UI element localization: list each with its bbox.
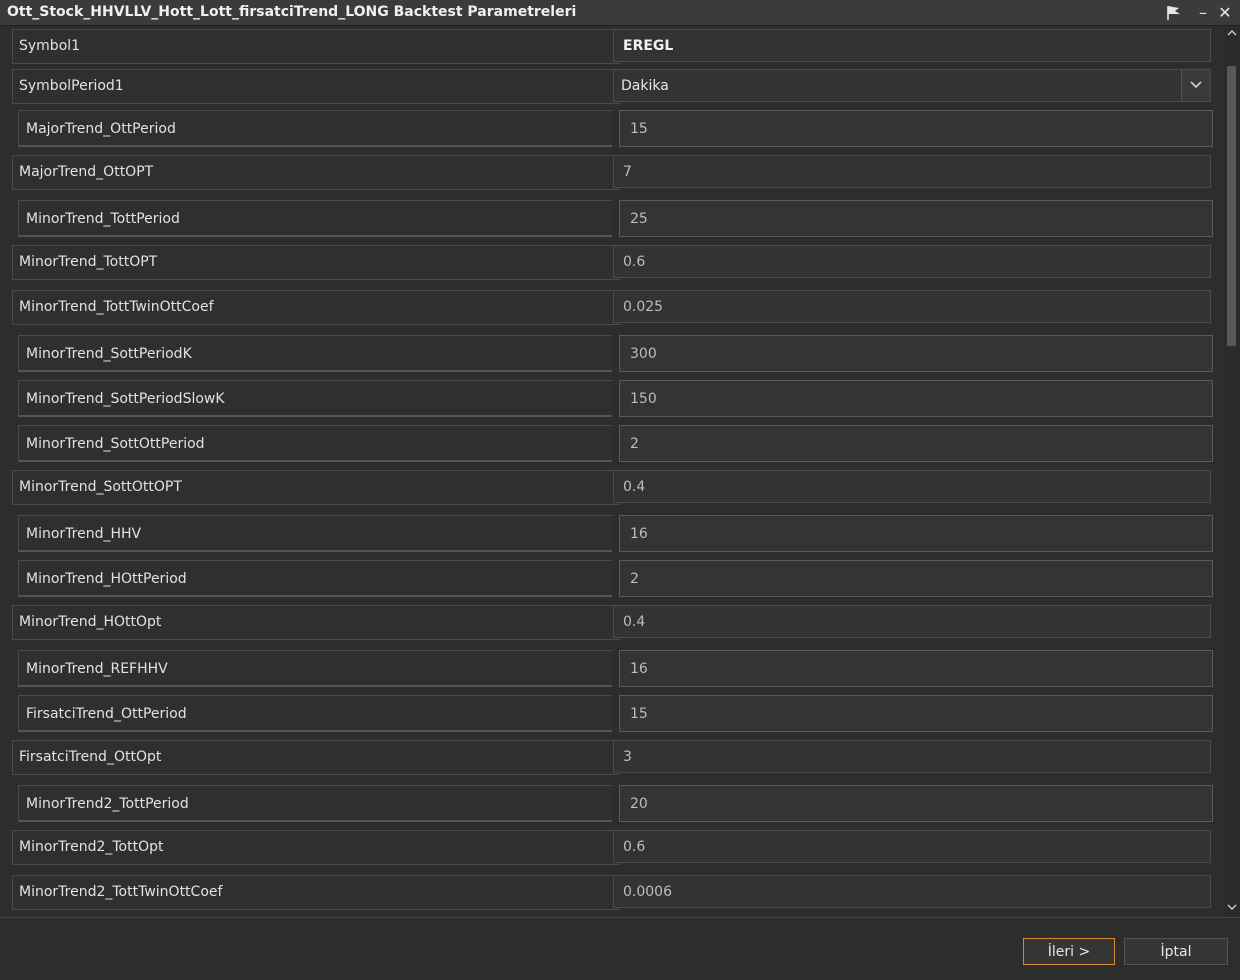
param-row: MinorTrend_TottOPT 0.6	[12, 245, 1213, 280]
param-input[interactable]: 0.6	[613, 830, 1211, 863]
param-label: MinorTrend_HOttOpt	[12, 605, 620, 640]
parameter-list: Symbol1 EREGL SymbolPeriod1 Dakika Major…	[0, 26, 1224, 917]
vertical-scrollbar[interactable]	[1224, 26, 1240, 917]
param-row: MinorTrend_SottPeriodSlowK 150	[12, 380, 1213, 417]
param-input[interactable]: 0.4	[613, 605, 1211, 638]
param-input[interactable]: 2	[619, 560, 1213, 597]
param-row: MinorTrend_TottTwinOttCoef 0.025	[12, 290, 1213, 325]
param-row: FirsatciTrend_OttOpt 3	[12, 740, 1213, 775]
param-input[interactable]: 0.6	[613, 245, 1211, 278]
param-label: Symbol1	[12, 29, 620, 64]
param-label: MajorTrend_OttOPT	[12, 155, 620, 190]
param-label: MinorTrend_HHV	[18, 515, 612, 552]
param-input[interactable]: 20	[619, 785, 1213, 822]
param-row-symbolperiod1: SymbolPeriod1 Dakika	[12, 69, 1213, 104]
scrollbar-thumb[interactable]	[1227, 66, 1236, 346]
param-input[interactable]: 150	[619, 380, 1213, 417]
param-label: MinorTrend2_TottOpt	[12, 830, 620, 865]
param-label: MinorTrend_SottOttPeriod	[18, 425, 612, 462]
param-label: SymbolPeriod1	[12, 69, 620, 104]
param-label: FirsatciTrend_OttOpt	[12, 740, 620, 775]
param-row: MinorTrend_SottOttOPT 0.4	[12, 470, 1213, 505]
symbol-period-select[interactable]: Dakika	[613, 69, 1211, 102]
minimize-button[interactable]: –	[1193, 2, 1213, 23]
param-label: MinorTrend_TottPeriod	[18, 200, 612, 237]
param-label: MinorTrend_TottOPT	[12, 245, 620, 280]
param-input[interactable]: 3	[613, 740, 1211, 773]
param-label: MinorTrend_REFHHV	[18, 650, 612, 687]
param-label: FirsatciTrend_OttPeriod	[18, 695, 612, 732]
param-input[interactable]: 0.0006	[613, 875, 1211, 908]
param-label: MinorTrend_SottPeriodSlowK	[18, 380, 612, 417]
param-row-symbol1: Symbol1 EREGL	[12, 29, 1213, 64]
param-label: MinorTrend_TottTwinOttCoef	[12, 290, 620, 325]
param-input[interactable]: 0.025	[613, 290, 1211, 323]
param-label: MinorTrend_SottPeriodK	[18, 335, 612, 372]
param-row: MinorTrend2_TottOpt 0.6	[12, 830, 1213, 865]
param-row: MinorTrend_TottPeriod 25	[12, 200, 1213, 237]
param-label: MinorTrend2_TottTwinOttCoef	[12, 875, 620, 910]
title-bar: Ott_Stock_HHVLLV_Hott_Lott_firsatciTrend…	[0, 0, 1240, 26]
param-input[interactable]: 15	[619, 110, 1213, 147]
param-row: MinorTrend_SottPeriodK 300	[12, 335, 1213, 372]
close-button[interactable]: ✕	[1215, 2, 1235, 23]
param-row: MajorTrend_OttOPT 7	[12, 155, 1213, 190]
scroll-down-icon[interactable]	[1225, 901, 1239, 917]
param-row: MinorTrend_REFHHV 16	[12, 650, 1213, 687]
param-value-symbol1[interactable]: EREGL	[613, 29, 1211, 62]
param-row: MajorTrend_OttPeriod 15	[12, 110, 1213, 147]
param-input[interactable]: 16	[619, 515, 1213, 552]
param-row: MinorTrend_HOttPeriod 2	[12, 560, 1213, 597]
param-input[interactable]: 16	[619, 650, 1213, 687]
param-input[interactable]: 25	[619, 200, 1213, 237]
param-row: MinorTrend_HHV 16	[12, 515, 1213, 552]
next-button[interactable]: İleri >	[1023, 938, 1115, 965]
cancel-button[interactable]: İptal	[1124, 938, 1228, 965]
dialog-footer: İleri > İptal	[0, 917, 1240, 980]
param-input[interactable]: 0.4	[613, 470, 1211, 503]
chevron-down-icon[interactable]	[1181, 70, 1210, 101]
scroll-up-icon[interactable]	[1225, 26, 1239, 42]
select-value: Dakika	[621, 78, 669, 94]
param-label: MinorTrend_SottOttOPT	[12, 470, 620, 505]
param-label: MinorTrend_HOttPeriod	[18, 560, 612, 597]
param-input[interactable]: 15	[619, 695, 1213, 732]
pin-icon[interactable]	[1164, 2, 1184, 23]
param-row: FirsatciTrend_OttPeriod 15	[12, 695, 1213, 732]
param-input[interactable]: 300	[619, 335, 1213, 372]
param-input[interactable]: 7	[613, 155, 1211, 188]
param-label: MinorTrend2_TottPeriod	[18, 785, 612, 822]
param-row: MinorTrend_HOttOpt 0.4	[12, 605, 1213, 640]
param-label: MajorTrend_OttPeriod	[18, 110, 612, 147]
param-row: MinorTrend2_TottTwinOttCoef 0.0006	[12, 875, 1213, 910]
param-row: MinorTrend2_TottPeriod 20	[12, 785, 1213, 822]
param-input[interactable]: 2	[619, 425, 1213, 462]
param-row: MinorTrend_SottOttPeriod 2	[12, 425, 1213, 462]
window-title: Ott_Stock_HHVLLV_Hott_Lott_firsatciTrend…	[7, 4, 577, 20]
